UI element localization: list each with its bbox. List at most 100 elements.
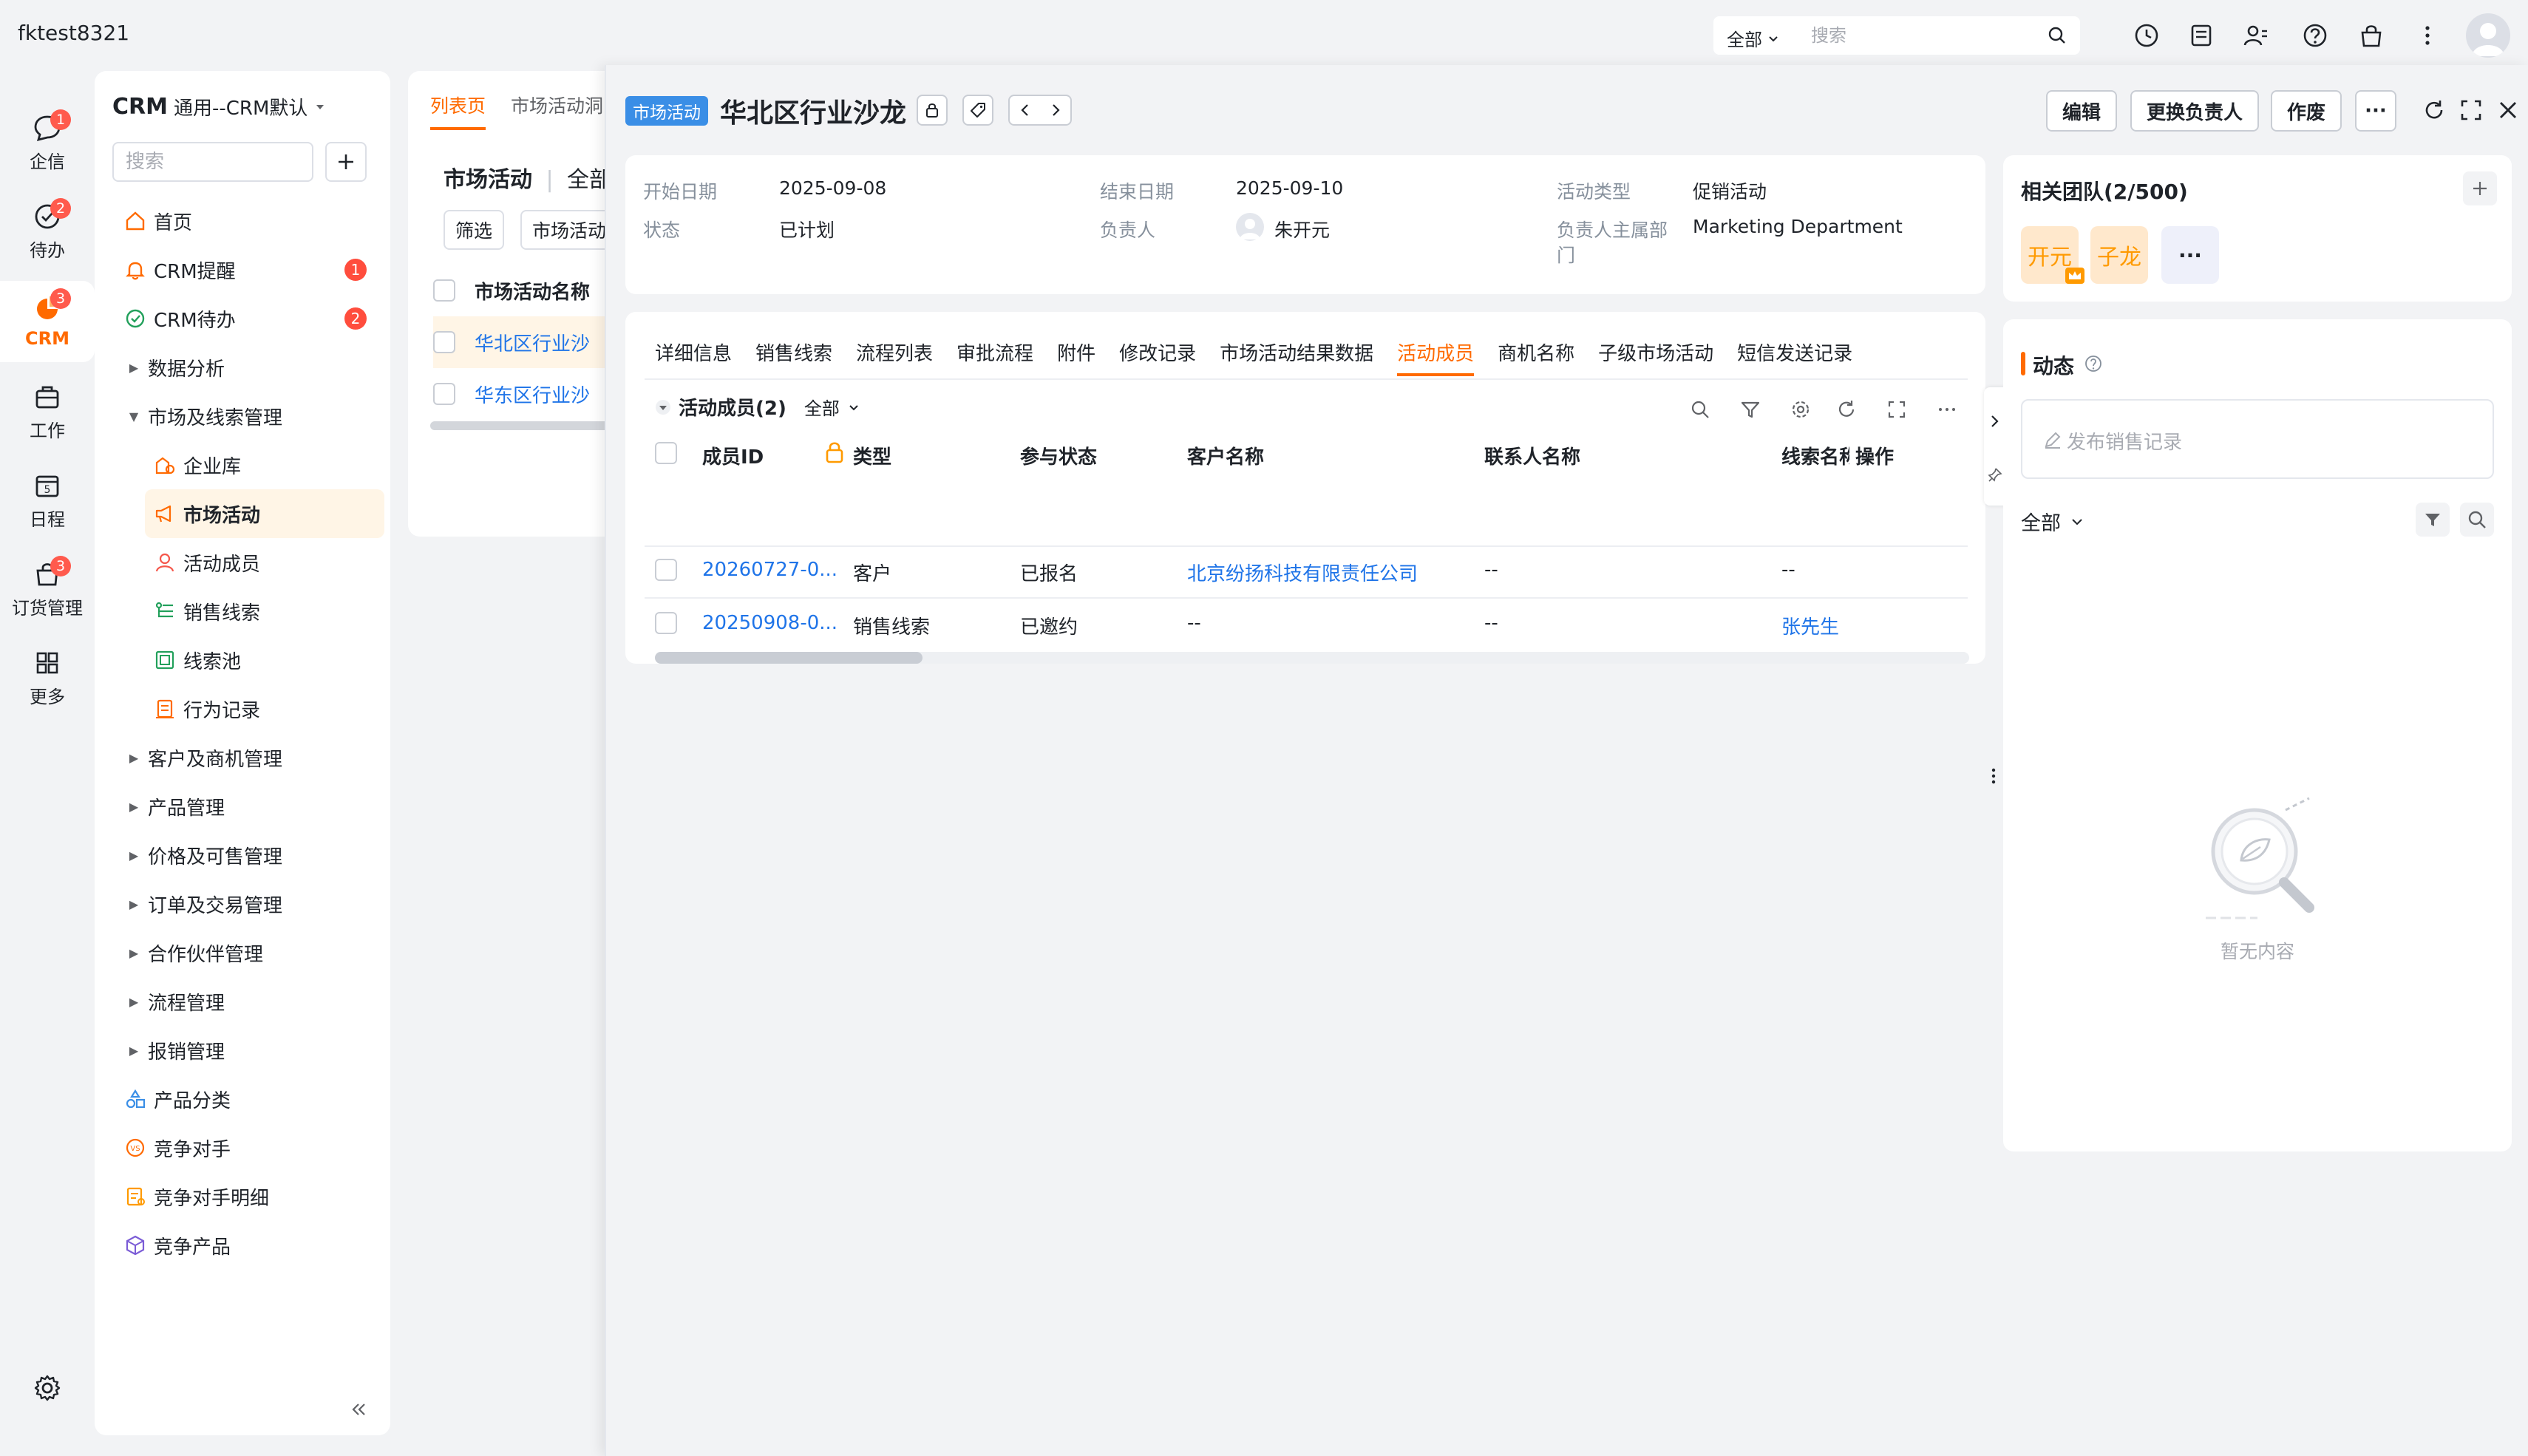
search-scope-select[interactable]: 全部 bbox=[1727, 25, 1780, 51]
nav-item-competitor-details[interactable]: 竞争对手明细 bbox=[124, 1172, 378, 1221]
row-checkbox[interactable] bbox=[655, 612, 677, 634]
nav-item-activity-members[interactable]: 活动成员 bbox=[154, 538, 381, 587]
column-header-member-id[interactable]: 成员ID bbox=[702, 442, 764, 469]
collapse-sidebar-icon[interactable] bbox=[349, 1400, 368, 1419]
column-header-contact-name[interactable]: 联系人名称 bbox=[1484, 442, 1580, 469]
nav-group-pricing[interactable]: ▶ 价格及可售管理 bbox=[127, 831, 381, 880]
more-horizontal-icon[interactable] bbox=[1934, 396, 1960, 423]
rail-item-crm[interactable]: CRM 3 bbox=[0, 281, 95, 362]
nav-item-competing-products[interactable]: 竞争产品 bbox=[124, 1221, 378, 1270]
nav-group-marketing-leads[interactable]: ▼ 市场及线索管理 bbox=[127, 392, 381, 440]
row-link[interactable]: 华北区行业沙 bbox=[475, 329, 590, 356]
sidebar-app-switcher[interactable]: CRM 通用--CRM默认 bbox=[112, 93, 327, 120]
sidebar-search-input[interactable] bbox=[112, 142, 313, 182]
fullscreen-icon[interactable] bbox=[1883, 396, 1910, 423]
close-icon[interactable] bbox=[2495, 98, 2521, 123]
column-header-lead-name[interactable]: 线索名称 bbox=[1781, 442, 1849, 469]
list-row[interactable]: 华东区行业沙 bbox=[433, 368, 622, 420]
tab-attachments[interactable]: 附件 bbox=[1057, 339, 1095, 376]
tab-opportunities[interactable]: 商机名称 bbox=[1498, 339, 1574, 376]
tab-change-log[interactable]: 修改记录 bbox=[1119, 339, 1196, 376]
member-id-link[interactable]: 20250908-0... bbox=[702, 612, 837, 634]
rail-item-messages[interactable]: 企信 1 bbox=[0, 102, 95, 183]
drag-handle-icon[interactable] bbox=[1990, 761, 1997, 791]
rail-item-ordering[interactable]: 订货管理 3 bbox=[0, 548, 95, 630]
tag-icon[interactable] bbox=[962, 95, 993, 126]
nav-item-marketing-activity[interactable]: 市场活动 bbox=[145, 489, 384, 538]
nav-item-sales-leads[interactable]: 销售线索 bbox=[154, 587, 381, 636]
feed-search-icon[interactable] bbox=[2460, 503, 2494, 537]
tab-sales-leads[interactable]: 销售线索 bbox=[755, 339, 832, 376]
refresh-icon[interactable] bbox=[1833, 396, 1860, 423]
nav-item-lead-pool[interactable]: 线索池 bbox=[154, 636, 381, 684]
add-team-member-button[interactable] bbox=[2463, 171, 2497, 205]
search-icon[interactable] bbox=[2048, 26, 2067, 45]
nav-group-customers-opportunities[interactable]: ▶ 客户及商机管理 bbox=[127, 733, 381, 782]
user-avatar[interactable] bbox=[2466, 13, 2510, 58]
horizontal-scrollbar-thumb[interactable] bbox=[655, 652, 922, 664]
nav-item-crm-todo[interactable]: CRM待办 2 bbox=[124, 294, 378, 343]
gear-icon[interactable] bbox=[1787, 396, 1814, 423]
notes-icon[interactable] bbox=[2186, 21, 2216, 50]
more-vertical-icon[interactable] bbox=[2413, 21, 2442, 50]
edit-button[interactable]: 编辑 bbox=[2046, 90, 2118, 132]
nav-group-data-analysis[interactable]: ▶ 数据分析 bbox=[127, 343, 381, 392]
nav-item-product-category[interactable]: 产品分类 bbox=[124, 1075, 378, 1123]
lead-name-link[interactable]: 张先生 bbox=[1781, 612, 1839, 639]
chevron-right-icon[interactable] bbox=[1048, 101, 1063, 119]
nav-item-enterprise-library[interactable]: 企业库 bbox=[154, 440, 381, 489]
nav-group-products[interactable]: ▶ 产品管理 bbox=[127, 782, 381, 831]
nav-item-behavior-records[interactable]: 行为记录 bbox=[154, 684, 381, 733]
global-search-input[interactable] bbox=[1811, 24, 2033, 47]
post-sales-record-input[interactable]: 发布销售记录 bbox=[2021, 399, 2494, 479]
nav-group-partners[interactable]: ▶ 合作伙伴管理 bbox=[127, 928, 381, 977]
column-header-type[interactable]: 类型 bbox=[853, 442, 891, 469]
tab-details[interactable]: 详细信息 bbox=[655, 339, 732, 376]
fullscreen-icon[interactable] bbox=[2459, 98, 2484, 123]
nav-group-reimbursement[interactable]: ▶ 报销管理 bbox=[127, 1026, 381, 1075]
tab-activity-results[interactable]: 市场活动结果数据 bbox=[1220, 339, 1373, 376]
feed-scope-select[interactable]: 全部 bbox=[2021, 507, 2084, 536]
owner-value[interactable]: 朱开元 bbox=[1274, 216, 1330, 242]
tab-process-list[interactable]: 流程列表 bbox=[856, 339, 933, 376]
column-header-customer-name[interactable]: 客户名称 bbox=[1187, 442, 1264, 469]
nav-group-process[interactable]: ▶ 流程管理 bbox=[127, 977, 381, 1026]
change-owner-button[interactable]: 更换负责人 bbox=[2130, 90, 2260, 132]
row-checkbox[interactable] bbox=[655, 559, 677, 581]
team-more-button[interactable]: ··· bbox=[2161, 226, 2219, 284]
column-header-participation-status[interactable]: 参与状态 bbox=[1020, 442, 1097, 469]
bag-icon[interactable] bbox=[2357, 21, 2386, 50]
settings-icon[interactable] bbox=[33, 1373, 62, 1403]
rail-item-todo[interactable]: 待办 2 bbox=[0, 191, 95, 272]
help-icon[interactable] bbox=[2084, 355, 2102, 372]
team-member-avatar[interactable]: 子龙 bbox=[2090, 226, 2148, 284]
lock-icon[interactable] bbox=[917, 95, 948, 126]
members-scope-select[interactable]: 全部 bbox=[804, 394, 840, 420]
filter-button[interactable]: 筛选 bbox=[444, 210, 505, 250]
row-link[interactable]: 华东区行业沙 bbox=[475, 381, 590, 408]
chevron-left-icon[interactable] bbox=[1018, 101, 1033, 119]
list-row[interactable]: 华北区行业沙 bbox=[433, 316, 622, 368]
tab-child-activities[interactable]: 子级市场活动 bbox=[1598, 339, 1713, 376]
rail-item-work[interactable]: 工作 bbox=[0, 371, 95, 452]
tab-activity-insight[interactable]: 市场活动洞 bbox=[511, 92, 603, 130]
rail-item-more[interactable]: 更多 bbox=[0, 637, 95, 718]
chevron-down-icon[interactable] bbox=[847, 401, 860, 414]
void-button[interactable]: 作废 bbox=[2271, 90, 2342, 132]
caret-down-icon[interactable] bbox=[655, 399, 671, 415]
contacts-icon[interactable] bbox=[2241, 21, 2271, 50]
search-icon[interactable] bbox=[1687, 396, 1713, 423]
clock-icon[interactable] bbox=[2132, 21, 2161, 50]
tab-activity-members[interactable]: 活动成员 bbox=[1397, 339, 1475, 376]
more-actions-button[interactable]: ··· bbox=[2355, 90, 2396, 132]
refresh-icon[interactable] bbox=[2422, 98, 2447, 123]
select-all-checkbox[interactable] bbox=[655, 442, 677, 464]
nav-item-home[interactable]: 首页 bbox=[124, 197, 378, 245]
tab-approval-flow[interactable]: 审批流程 bbox=[957, 339, 1033, 376]
sidebar-add-button[interactable] bbox=[325, 142, 367, 182]
row-checkbox[interactable] bbox=[433, 383, 455, 405]
nav-group-orders[interactable]: ▶ 订单及交易管理 bbox=[127, 880, 381, 928]
tab-list-page[interactable]: 列表页 bbox=[430, 92, 486, 130]
help-icon[interactable] bbox=[2300, 21, 2330, 50]
select-all-checkbox[interactable] bbox=[433, 279, 455, 302]
